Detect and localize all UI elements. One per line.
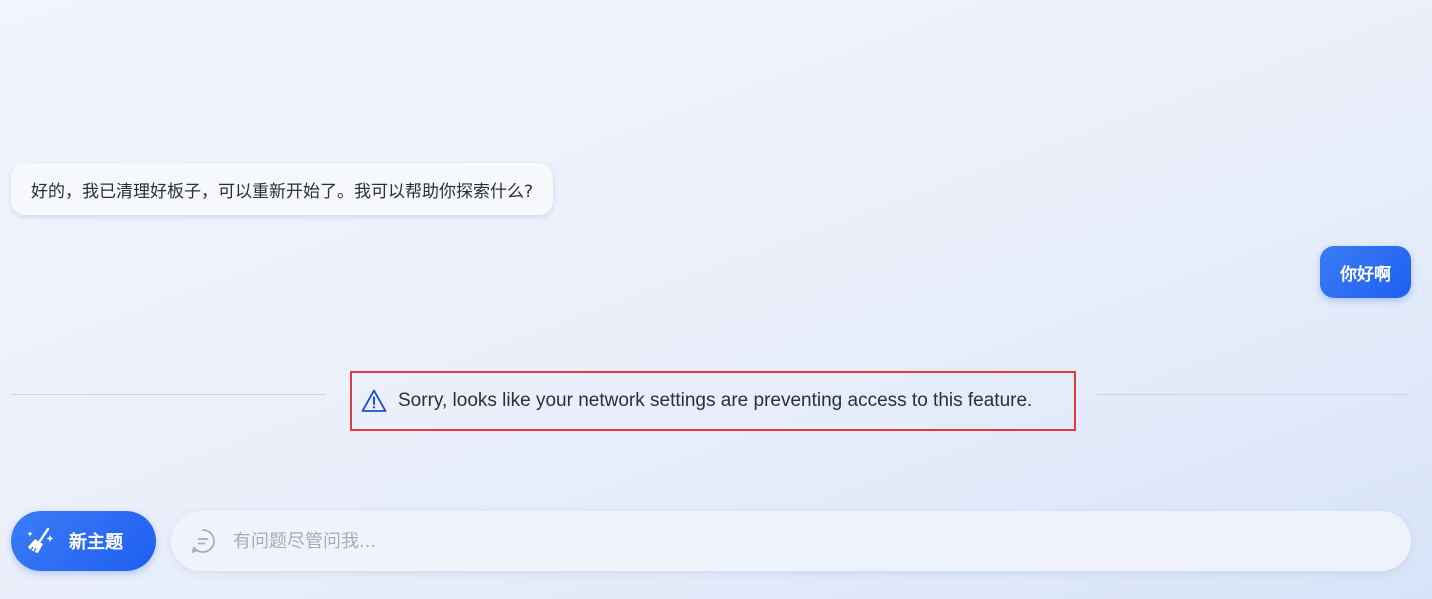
warning-triangle-icon bbox=[361, 388, 387, 414]
network-error-notice: Sorry, looks like your network settings … bbox=[350, 371, 1076, 431]
bot-message-bubble: 好的，我已清理好板子，可以重新开始了。我可以帮助你探索什么? bbox=[11, 163, 554, 215]
new-topic-button[interactable]: 新主题 bbox=[11, 511, 156, 571]
chat-input[interactable] bbox=[231, 520, 1411, 562]
notice-text: Sorry, looks like your network settings … bbox=[398, 390, 1033, 411]
divider-left bbox=[11, 394, 326, 395]
chat-bubble-icon bbox=[189, 527, 217, 555]
new-topic-label: 新主题 bbox=[69, 532, 123, 553]
broom-sparkle-icon bbox=[25, 525, 57, 557]
user-message-text: 你好啊 bbox=[1340, 264, 1391, 285]
divider-right bbox=[1096, 394, 1411, 395]
chat-input-container[interactable] bbox=[171, 511, 1411, 571]
user-message-bubble: 你好啊 bbox=[1320, 246, 1411, 298]
bot-message-text: 好的，我已清理好板子，可以重新开始了。我可以帮助你探索什么? bbox=[31, 181, 534, 202]
